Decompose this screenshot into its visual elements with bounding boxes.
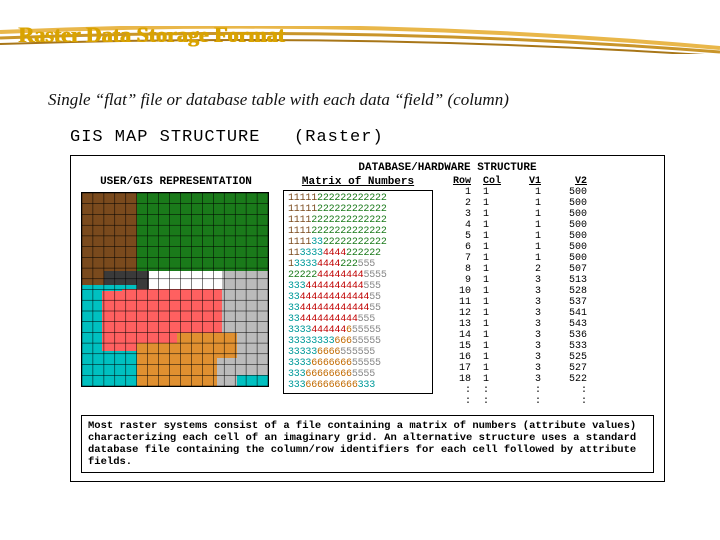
table-row: 1513533	[445, 341, 635, 352]
table-row: ::::	[445, 385, 635, 396]
table-row: 1713527	[445, 363, 635, 374]
table-row: 812507	[445, 264, 635, 275]
matrix-row: 11111222222222222	[288, 204, 428, 215]
slide-subtitle: Single “flat” file or database table wit…	[48, 90, 509, 110]
th-col: Col	[477, 176, 515, 187]
matrix-row: 3334444444444555	[288, 281, 428, 292]
matrix-header: Matrix of Numbers	[283, 176, 433, 188]
table-row: 411500	[445, 220, 635, 231]
matrix-row: 3344444444444455	[288, 292, 428, 303]
matrix-row: 333336666555555	[288, 347, 428, 358]
figure-columns: USER/GIS REPRESENTATION	[81, 176, 654, 407]
matrix-row: 3333444444655555	[288, 325, 428, 336]
th-v1: V1	[515, 176, 547, 187]
user-representation-header: USER/GIS REPRESENTATION	[81, 176, 271, 188]
table-row: 511500	[445, 231, 635, 242]
table-row: 611500	[445, 242, 635, 253]
matrix-row: 333666666666333	[288, 380, 428, 391]
database-structure-title: DATABASE/HARDWARE STRUCTURE	[241, 162, 654, 174]
table-row: 913513	[445, 275, 635, 286]
matrix-row: 11113322222222222	[288, 237, 428, 248]
table-row: 111500	[445, 187, 635, 198]
table-row: 711500	[445, 253, 635, 264]
figure-heading-right: (Raster)	[294, 128, 384, 147]
matrix-body: 1111122222222222211111222222222222111122…	[283, 190, 433, 394]
figure-box: DATABASE/HARDWARE STRUCTURE USER/GIS REP…	[70, 155, 665, 482]
th-v2: V2	[547, 176, 587, 187]
th-row: Row	[445, 176, 477, 187]
table-row: 1613525	[445, 352, 635, 363]
table-header-row: Row Col V1 V2	[445, 176, 635, 187]
flat-table: Row Col V1 V2 11150021150031150041150051…	[445, 176, 635, 407]
grid-overlay	[82, 193, 268, 386]
matrix-row: 3333333366655555	[288, 336, 428, 347]
matrix-row: 3344444444444455	[288, 303, 428, 314]
table-row: 1313543	[445, 319, 635, 330]
matrix-row: 334444444444555	[288, 314, 428, 325]
table-body: 1115002115003115004115005115006115007115…	[445, 187, 635, 407]
table-row: 1113537	[445, 297, 635, 308]
matrix-row: 1133334444222222	[288, 248, 428, 259]
slide-title: Raster Data Storage Format	[18, 22, 285, 48]
table-row: 1413536	[445, 330, 635, 341]
user-representation-column: USER/GIS REPRESENTATION	[81, 176, 271, 387]
figure: GIS MAP STRUCTURE (Raster) DATABASE/HARD…	[70, 128, 665, 482]
figure-caption: Most raster systems consist of a file co…	[81, 415, 654, 473]
table-row: ::::	[445, 396, 635, 407]
matrix-row: 11111222222222222	[288, 193, 428, 204]
matrix-row: 3333666666655555	[288, 358, 428, 369]
matrix-row: 11112222222222222	[288, 226, 428, 237]
matrix-row: 333666666665555	[288, 369, 428, 380]
table-row: 211500	[445, 198, 635, 209]
figure-heading-left: GIS MAP STRUCTURE	[70, 128, 260, 147]
table-row: 1013528	[445, 286, 635, 297]
table-column: Row Col V1 V2 11150021150031150041150051…	[445, 176, 635, 407]
matrix-row: 22222444444445555	[288, 270, 428, 281]
figure-heading: GIS MAP STRUCTURE (Raster)	[70, 128, 665, 147]
table-row: 1213541	[445, 308, 635, 319]
raster-map-illustration	[81, 192, 269, 387]
table-row: 1813522	[445, 374, 635, 385]
matrix-row: 133334444222555	[288, 259, 428, 270]
matrix-column: Matrix of Numbers 1111122222222222211111…	[283, 176, 433, 394]
table-row: 311500	[445, 209, 635, 220]
matrix-row: 11112222222222222	[288, 215, 428, 226]
